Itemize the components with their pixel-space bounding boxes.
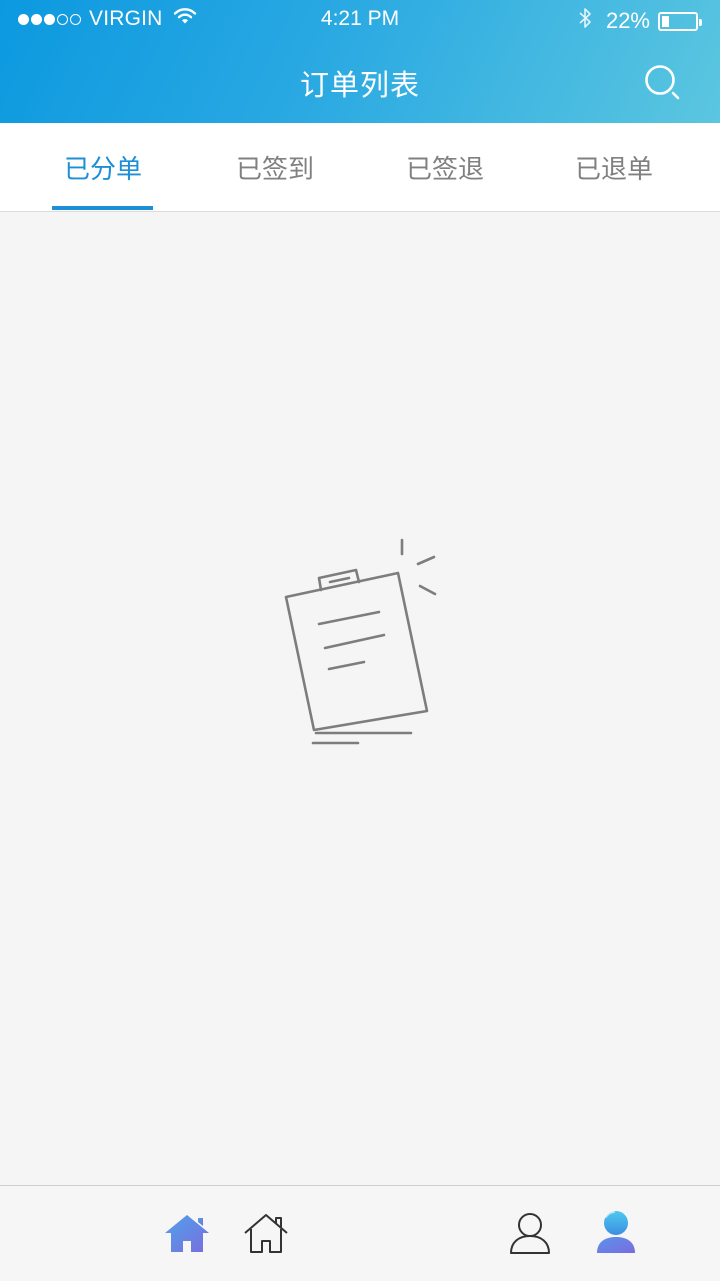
tab-assigned[interactable]: 已分单 bbox=[13, 123, 193, 211]
tab-bar: 已分单 已签到 已签退 已退单 bbox=[0, 123, 720, 212]
tab-cancelled[interactable]: 已退单 bbox=[524, 123, 704, 211]
home-filled-icon[interactable] bbox=[163, 1212, 211, 1258]
bluetooth-icon bbox=[578, 6, 592, 36]
app-header: VIRGIN 4:21 PM 22% 订单列表 bbox=[0, 0, 720, 123]
home-outline-icon[interactable] bbox=[242, 1212, 290, 1258]
battery-icon bbox=[658, 11, 702, 31]
battery-nub bbox=[699, 18, 702, 26]
tab-signed-out[interactable]: 已签退 bbox=[355, 123, 535, 211]
search-icon[interactable] bbox=[642, 62, 682, 102]
tab-signed-in[interactable]: 已签到 bbox=[185, 123, 365, 211]
status-bar: VIRGIN 4:21 PM 22% bbox=[0, 0, 720, 40]
user-outline-icon[interactable] bbox=[508, 1210, 552, 1260]
bottom-navigation bbox=[0, 1185, 720, 1281]
active-tab-indicator bbox=[52, 206, 153, 210]
empty-clipboard-icon bbox=[270, 532, 460, 752]
user-filled-icon[interactable] bbox=[594, 1208, 638, 1260]
page-title: 订单列表 bbox=[299, 68, 420, 102]
battery-fill bbox=[662, 15, 670, 27]
status-right: 22% bbox=[578, 6, 702, 36]
battery-percent: 22% bbox=[605, 8, 650, 33]
